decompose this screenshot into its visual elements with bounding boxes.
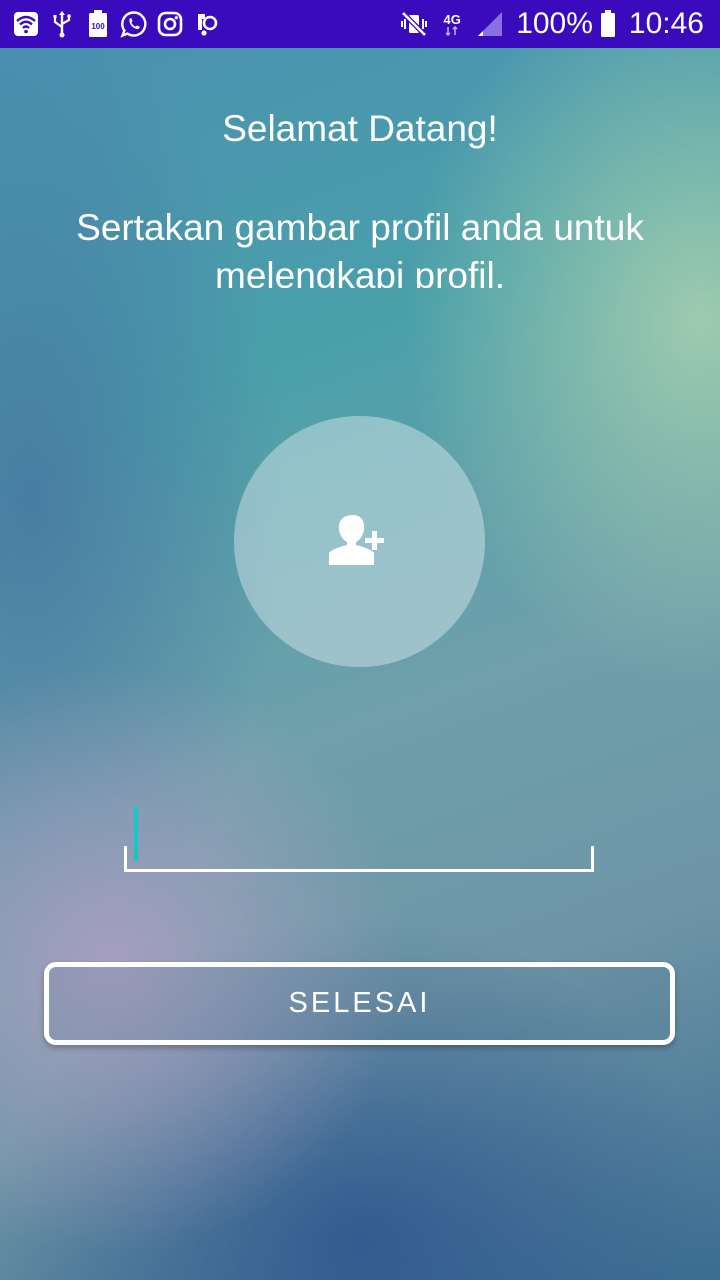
network-type-indicator: 4G [438,10,466,38]
whatsapp-icon [120,10,148,38]
battery-percent: 100% [516,7,593,40]
welcome-title: Selamat Datang! [222,108,498,149]
vibrate-off-icon [400,10,428,38]
battery-icon [599,10,617,38]
usb-icon [48,10,76,38]
profile-setup-screen: 100 4G 100% 10:46 Selamat Datang! Sertak… [0,0,720,1280]
status-bar-system: 4G 100% 10:46 [396,7,704,41]
profile-picture-picker[interactable] [234,416,485,667]
clock: 10:46 [628,7,704,40]
signal-icon [476,10,504,38]
done-button[interactable]: SELESAI [44,962,675,1045]
battery-saver-icon: 100 [84,10,112,38]
add-user-icon [328,511,391,573]
battery-saver-label: 100 [91,22,105,31]
status-bar: 100 4G 100% 10:46 [0,0,720,48]
welcome-subtitle: Sertakan gambar profil anda untuk meleng… [76,207,644,288]
status-bar-notifications: 100 [12,10,228,38]
network-type-label: 4G [443,11,461,27]
instagram-icon [156,10,184,38]
wifi-icon [12,10,40,38]
text-cursor [134,806,138,861]
name-input[interactable] [124,800,594,868]
app-notification-icon [192,10,220,38]
